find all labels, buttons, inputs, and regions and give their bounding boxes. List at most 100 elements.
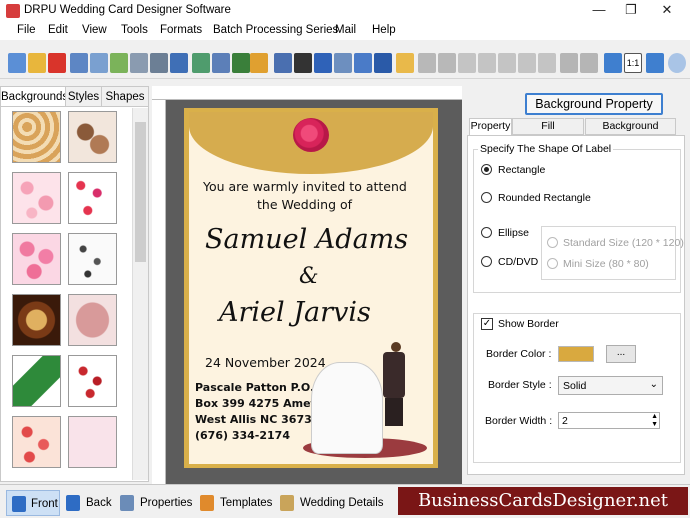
print-icon[interactable] <box>150 53 168 73</box>
label-rectangle[interactable]: Rectangle <box>498 164 545 176</box>
background-thumbnail[interactable] <box>68 172 117 224</box>
close-button[interactable]: ✕ <box>652 2 682 20</box>
menu-file[interactable]: File <box>17 24 36 36</box>
background-thumbnail[interactable] <box>68 233 117 285</box>
cut-icon[interactable] <box>458 53 476 73</box>
line-icon[interactable] <box>374 53 392 73</box>
new-icon[interactable] <box>8 53 26 73</box>
background-thumbnail[interactable] <box>68 355 117 407</box>
tab-styles[interactable]: Styles <box>65 86 102 107</box>
actual-size-icon[interactable]: 1:1 <box>624 53 642 73</box>
border-style-select[interactable]: Solid ⌄ <box>558 376 663 395</box>
save-icon[interactable] <box>70 53 88 73</box>
tab-wedding-details[interactable]: Wedding Details <box>280 490 380 516</box>
spinner-down-icon[interactable]: ▼ <box>651 421 658 428</box>
menu-help[interactable]: Help <box>372 24 396 36</box>
properties-icon[interactable] <box>130 53 148 73</box>
redo-icon[interactable] <box>438 53 456 73</box>
spinner-up-icon[interactable]: ▲ <box>651 413 658 420</box>
background-property-button[interactable]: Background Property <box>525 93 663 115</box>
radio-standard-size[interactable] <box>547 237 558 248</box>
align-icon[interactable] <box>580 53 598 73</box>
menu-tools[interactable]: Tools <box>121 24 148 36</box>
radio-rectangle[interactable] <box>481 164 492 175</box>
tab-property[interactable]: Property <box>469 118 512 136</box>
groom-name[interactable]: Samuel Adams <box>205 224 408 255</box>
menu-view[interactable]: View <box>82 24 107 36</box>
background-thumbnail[interactable] <box>68 111 117 163</box>
tab-templates[interactable]: Templates <box>200 490 270 516</box>
watermark-icon[interactable] <box>274 53 292 73</box>
image-icon[interactable] <box>192 53 210 73</box>
radio-mini-size[interactable] <box>547 258 558 269</box>
rose-icon[interactable] <box>293 118 329 152</box>
invite-line-2[interactable]: the Wedding of <box>257 197 352 212</box>
zoom-in-icon[interactable] <box>668 53 686 73</box>
tab-properties[interactable]: Properties <box>120 490 190 516</box>
radio-ellipse[interactable] <box>481 227 492 238</box>
tab-back[interactable]: Back <box>66 490 110 516</box>
background-thumbnail[interactable] <box>12 416 61 468</box>
label-rounded-rectangle[interactable]: Rounded Rectangle <box>498 192 591 204</box>
border-color-swatch[interactable] <box>558 346 594 362</box>
menu-formats[interactable]: Formats <box>160 24 202 36</box>
scrollbar-thumb[interactable] <box>135 122 146 262</box>
border-width-spinner[interactable]: 2 ▲ ▼ <box>558 412 660 429</box>
tab-shapes[interactable]: Shapes <box>101 86 149 107</box>
menu-mail[interactable]: Mail <box>335 24 356 36</box>
tab-front[interactable]: Front <box>6 490 60 516</box>
label-mini-size[interactable]: Mini Size (80 * 80) <box>563 258 649 270</box>
background-thumbnail[interactable] <box>12 111 61 163</box>
bring-front-icon[interactable] <box>538 53 556 73</box>
menu-edit[interactable]: Edit <box>48 24 68 36</box>
undo-icon[interactable] <box>418 53 436 73</box>
border-color-picker-button[interactable]: ... <box>606 345 636 363</box>
background-thumbnail[interactable] <box>12 172 61 224</box>
minimize-button[interactable]: — <box>584 2 614 20</box>
restore-button[interactable]: ❐ <box>616 2 646 20</box>
text-icon[interactable] <box>314 53 332 73</box>
open-icon[interactable] <box>28 53 46 73</box>
bride-name[interactable]: Ariel Jarvis <box>219 297 371 328</box>
tab-backgrounds[interactable]: Backgrounds <box>0 86 66 107</box>
print-preview-icon[interactable] <box>170 53 188 73</box>
background-thumbnail[interactable] <box>68 294 117 346</box>
fit-window-icon[interactable] <box>646 53 664 73</box>
tab-background-effects[interactable]: Background Effects <box>585 118 676 135</box>
background-thumbnail[interactable] <box>12 294 61 346</box>
background-thumbnail[interactable] <box>12 233 61 285</box>
symbol-icon[interactable] <box>334 53 352 73</box>
label-standard-size[interactable]: Standard Size (120 * 120) <box>563 237 684 249</box>
copy-icon[interactable] <box>478 53 496 73</box>
save-as-icon[interactable] <box>90 53 108 73</box>
database-icon[interactable] <box>396 53 414 73</box>
label-ellipse[interactable]: Ellipse <box>498 227 529 239</box>
export-icon[interactable] <box>110 53 128 73</box>
shapes-icon[interactable] <box>250 53 268 73</box>
radio-cd-dvd[interactable] <box>481 256 492 267</box>
invite-line-1[interactable]: You are warmly invited to attend <box>203 179 407 194</box>
delete-icon[interactable] <box>518 53 536 73</box>
card-background[interactable]: You are warmly invited to attend the Wed… <box>189 112 433 464</box>
left-panel-scrollbar[interactable] <box>132 108 148 480</box>
show-border-checkbox[interactable]: ✓ <box>481 318 493 330</box>
picture-icon[interactable] <box>212 53 230 73</box>
couple-illustration[interactable] <box>303 342 427 458</box>
paste-icon[interactable] <box>498 53 516 73</box>
grid-icon[interactable] <box>604 53 622 73</box>
address-line-3[interactable]: West Allis NC 36734 <box>195 413 319 426</box>
ampersand[interactable]: & <box>299 264 319 289</box>
phone-number[interactable]: (676) 334-2174 <box>195 429 290 442</box>
tab-fill-background[interactable]: Fill Background <box>512 118 584 135</box>
close-doc-icon[interactable] <box>48 53 66 73</box>
barcode-icon[interactable] <box>294 53 312 73</box>
label-cd-dvd[interactable]: CD/DVD <box>498 256 538 268</box>
pencil-icon[interactable] <box>232 53 250 73</box>
address-line-1[interactable]: Pascale Patton P.O. <box>195 381 314 394</box>
menu-batch-processing[interactable]: Batch Processing Series <box>213 24 338 36</box>
radio-rounded-rectangle[interactable] <box>481 192 492 203</box>
show-border-label[interactable]: Show Border <box>498 318 559 330</box>
email-icon[interactable] <box>354 53 372 73</box>
background-thumbnail[interactable] <box>12 355 61 407</box>
background-thumbnail[interactable] <box>68 416 117 468</box>
